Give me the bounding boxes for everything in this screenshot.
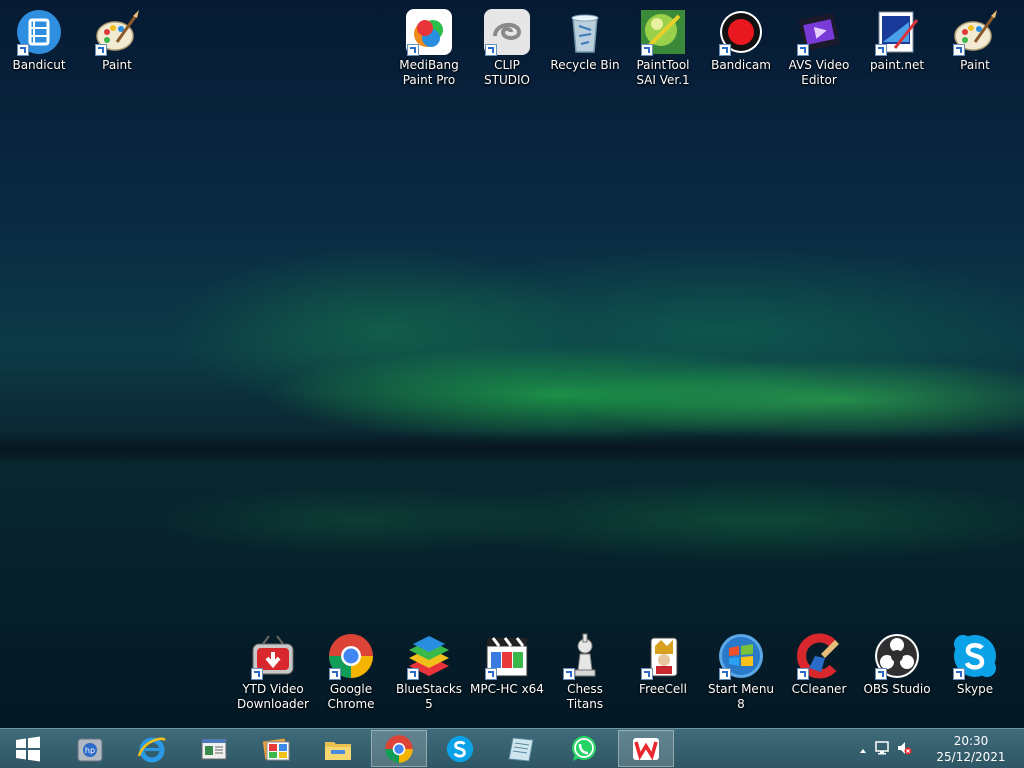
icon-label: MPC-HC x64: [470, 682, 544, 696]
system-tray: 20:30 25/12/2021: [854, 729, 1024, 768]
icon-label: Chess Titans: [566, 682, 604, 711]
desktop-icon-skype[interactable]: Skype: [938, 632, 1012, 697]
desktop-icon-chrome[interactable]: Google Chrome: [314, 632, 388, 712]
desktop-icon-paint-net[interactable]: paint.net: [860, 8, 934, 73]
icon-label: BlueStacks 5: [395, 682, 463, 711]
skype-icon: [446, 735, 474, 762]
shortcut-arrow-icon: [953, 668, 965, 680]
desktop-icon-bandicut[interactable]: Bandicut: [2, 8, 76, 73]
desktop-icon-chess-titans[interactable]: Chess Titans: [548, 632, 622, 712]
wps-office-icon: [633, 737, 659, 760]
desktop-icon-ccleaner[interactable]: CCleaner: [782, 632, 856, 697]
taskbar: hp 20:30 25/12/2021: [0, 728, 1024, 768]
desktop-icon-freecell[interactable]: FreeCell: [626, 632, 700, 697]
desktop-icon-bluestacks[interactable]: BlueStacks 5: [392, 632, 466, 712]
shortcut-arrow-icon: [953, 44, 965, 56]
desktop-icon-paint[interactable]: Paint: [80, 8, 154, 73]
desktop-icon-start-menu-8[interactable]: Start Menu 8: [704, 632, 778, 712]
shortcut-arrow-icon: [329, 668, 341, 680]
icon-label: OBS Studio: [863, 682, 931, 696]
windows-start-icon: [16, 736, 40, 761]
icon-label: Start Menu 8: [707, 682, 775, 711]
icon-label: CCleaner: [791, 682, 847, 696]
desktop-icon-avs-video-editor[interactable]: AVS Video Editor: [782, 8, 856, 88]
shortcut-arrow-icon: [797, 44, 809, 56]
taskbar-chrome-button[interactable]: [371, 730, 427, 767]
shortcut-arrow-icon: [95, 44, 107, 56]
icon-label: FreeCell: [639, 682, 687, 696]
shortcut-arrow-icon: [875, 668, 887, 680]
shortcut-arrow-icon: [641, 668, 653, 680]
desktop-icon-bandicam[interactable]: Bandicam: [704, 8, 778, 73]
desktop-icon-recycle-bin[interactable]: Recycle Bin: [548, 8, 622, 73]
icon-label: Bandicut: [12, 58, 66, 72]
desktop-background: Bandicut Paint MediBang Paint Pro CLIP S…: [0, 0, 1024, 728]
svg-text:hp: hp: [85, 746, 95, 755]
recycle-bin-icon: [571, 14, 599, 53]
desktop-icon-clip-studio[interactable]: CLIP STUDIO: [470, 8, 544, 88]
taskbar-skype-button[interactable]: [432, 730, 488, 767]
window-app-icon: [201, 738, 227, 759]
file-explorer-icon: [325, 741, 351, 760]
taskbar-ie-button[interactable]: [124, 730, 180, 767]
shortcut-arrow-icon: [719, 668, 731, 680]
network-icon[interactable]: [874, 740, 890, 760]
taskbar-hp-button[interactable]: hp: [62, 730, 118, 767]
icon-label: MediBang Paint Pro: [399, 58, 459, 87]
internet-explorer-icon: [137, 737, 166, 762]
shortcut-arrow-icon: [719, 44, 731, 56]
start-button[interactable]: [0, 730, 56, 767]
shortcut-arrow-icon: [797, 668, 809, 680]
notebook-icon: [508, 736, 534, 762]
taskbar-photos-button[interactable]: [248, 730, 304, 767]
horizon-band: [0, 430, 1024, 466]
icon-label: Paint: [960, 58, 990, 72]
volume-muted-icon[interactable]: [896, 740, 912, 760]
icon-label: Skype: [956, 682, 994, 696]
hp-icon: hp: [77, 738, 103, 761]
taskbar-explorer-button[interactable]: [310, 730, 366, 767]
icon-label: CLIP STUDIO: [484, 58, 530, 87]
photo-gallery-icon: [262, 738, 290, 760]
icon-label: Paint: [102, 58, 132, 72]
taskbar-notebook-button[interactable]: [494, 730, 550, 767]
icon-label: YTD Video Downloader: [237, 682, 309, 711]
shortcut-arrow-icon: [251, 668, 263, 680]
desktop-icon-medibang[interactable]: MediBang Paint Pro: [392, 8, 466, 88]
chrome-icon: [385, 734, 413, 763]
desktop-icon-mpc-hc[interactable]: MPC-HC x64: [470, 632, 544, 697]
shortcut-arrow-icon: [485, 668, 497, 680]
desktop-icon-obs[interactable]: OBS Studio: [860, 632, 934, 697]
desktop-icon-painttool-sai[interactable]: PaintTool SAI Ver.1: [626, 8, 700, 88]
taskbar-wps-button[interactable]: [618, 730, 674, 767]
shortcut-arrow-icon: [641, 44, 653, 56]
shortcut-arrow-icon: [407, 44, 419, 56]
shortcut-arrow-icon: [407, 668, 419, 680]
taskbar-window-button[interactable]: [186, 730, 242, 767]
icon-label: Google Chrome: [327, 682, 375, 711]
desktop-icon-paint-2[interactable]: Paint: [938, 8, 1012, 73]
clock-time: 20:30: [953, 734, 989, 748]
icon-label: PaintTool SAI Ver.1: [636, 58, 690, 87]
clock-date: 25/12/2021: [936, 750, 1006, 764]
shortcut-arrow-icon: [17, 44, 29, 56]
shortcut-arrow-icon: [485, 44, 497, 56]
icon-label: AVS Video Editor: [788, 58, 850, 87]
icon-label: Bandicam: [711, 58, 771, 72]
clock[interactable]: 20:30 25/12/2021: [936, 733, 1006, 765]
whatsapp-icon: [572, 735, 596, 761]
chevron-up-icon[interactable]: [858, 741, 868, 760]
shortcut-arrow-icon: [875, 44, 887, 56]
taskbar-whatsapp-button[interactable]: [556, 730, 612, 767]
desktop-icon-ytd[interactable]: YTD Video Downloader: [236, 632, 310, 712]
icon-label: paint.net: [869, 58, 925, 72]
shortcut-arrow-icon: [563, 668, 575, 680]
icon-label: Recycle Bin: [550, 58, 620, 72]
